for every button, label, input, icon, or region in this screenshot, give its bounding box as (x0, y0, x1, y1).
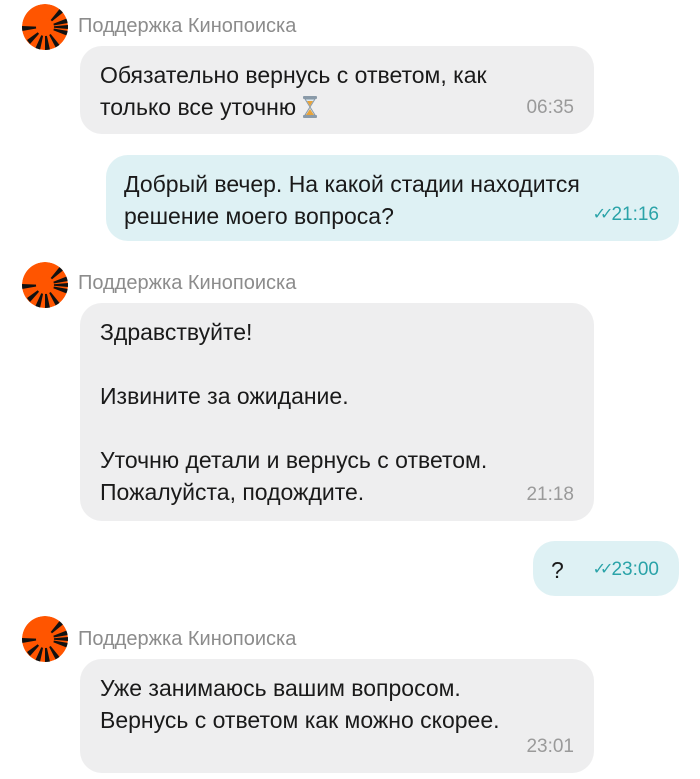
message-line: Уточню детали и вернусь с ответом. (100, 447, 488, 473)
kinopoisk-logo-icon (22, 262, 68, 308)
hourglass-icon (303, 96, 318, 118)
message-line-text: только все уточню (100, 94, 297, 120)
support-avatar[interactable] (22, 262, 68, 308)
message-time: 21:18 (526, 484, 574, 505)
message-bubble[interactable]: Уже занимаюсь вашим вопросом. Вернусь с … (80, 659, 594, 773)
message-line: Уже занимаюсь вашим вопросом. (100, 675, 461, 701)
message-time: 23:01 (526, 736, 574, 757)
support-avatar[interactable] (22, 4, 68, 50)
message-bubble[interactable]: Обязательно вернусь с ответом, как тольк… (80, 46, 594, 134)
double-check-icon: ✓✓ (592, 561, 614, 578)
message-line: Здравствуйте! (100, 319, 253, 345)
sender-name: Поддержка Кинопоиска (78, 272, 297, 294)
double-check-icon: ✓✓ (592, 206, 614, 223)
sender-name: Поддержка Кинопоиска (78, 15, 297, 37)
message-line: Извините за ожидание. (100, 383, 349, 409)
message-status: ✓✓ 21:16 (593, 204, 659, 226)
message-time: 21:16 (611, 204, 659, 225)
message-bubble[interactable]: Здравствуйте! Извините за ожидание. Уточ… (80, 303, 594, 521)
message-line: Вернусь с ответом как можно скорее. (100, 707, 500, 733)
message-line: Обязательно вернусь с ответом, как (100, 62, 487, 88)
support-avatar[interactable] (22, 616, 68, 662)
message-bubble-outgoing[interactable]: Добрый вечер. На какой стадии находится … (106, 155, 679, 241)
message-line: Добрый вечер. На какой стадии находится (124, 171, 580, 197)
message-line: Пожалуйста, подождите. (100, 479, 365, 505)
message-line: решение моего вопроса? (124, 203, 394, 229)
kinopoisk-logo-icon (22, 4, 68, 50)
message-status: ✓✓ 23:00 (593, 559, 659, 581)
message-time: 06:35 (526, 97, 574, 118)
message-time: 23:00 (611, 559, 659, 580)
message-bubble-outgoing[interactable]: ? ✓✓ 23:00 (533, 541, 679, 596)
kinopoisk-logo-icon (22, 616, 68, 662)
message-line-with-emoji: только все уточню (100, 91, 574, 123)
sender-name: Поддержка Кинопоиска (78, 628, 297, 650)
